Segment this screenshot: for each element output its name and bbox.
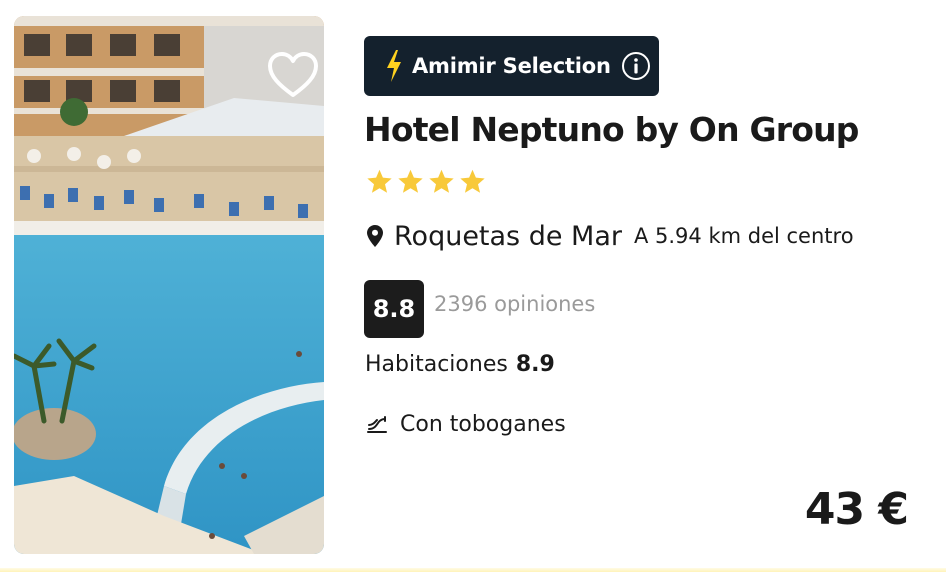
hotel-photo[interactable] — [14, 16, 324, 554]
location-city[interactable]: Roquetas de Mar — [394, 221, 622, 252]
star-rating — [366, 168, 486, 195]
distance-to-center: A 5.94 km del centro — [633, 224, 854, 248]
lightning-bolt-icon — [384, 49, 404, 83]
star-icon — [397, 168, 424, 195]
rooms-rating: Habitaciones 8.9 — [365, 352, 555, 377]
star-icon — [428, 168, 455, 195]
star-icon — [366, 168, 393, 195]
price[interactable]: 43 € — [805, 484, 909, 535]
hotel-location: Roquetas de Mar A 5.94 km del centro — [366, 218, 854, 254]
heart-outline-icon — [268, 52, 318, 97]
star-icon — [459, 168, 486, 195]
favorite-button[interactable] — [266, 50, 320, 100]
hotel-name[interactable]: Hotel Neptuno by On Group — [364, 110, 859, 149]
rating-score-badge: 8.8 — [364, 280, 424, 338]
hotel-card[interactable]: Amimir Selection Hotel Neptuno by On Gro… — [0, 0, 946, 572]
water-slide-icon — [366, 414, 388, 436]
amenity-waterslides: Con toboganes — [366, 412, 566, 437]
badge-label: Amimir Selection — [412, 54, 611, 78]
rooms-score: 8.9 — [515, 352, 555, 377]
info-icon[interactable] — [621, 51, 651, 81]
rooms-label: Habitaciones — [365, 352, 508, 377]
reviews-count[interactable]: 2396 opiniones — [434, 292, 595, 316]
amenity-label: Con toboganes — [400, 412, 566, 437]
amimir-selection-badge[interactable]: Amimir Selection — [364, 36, 659, 96]
card-bottom-border — [0, 568, 946, 572]
map-pin-icon — [366, 224, 384, 248]
